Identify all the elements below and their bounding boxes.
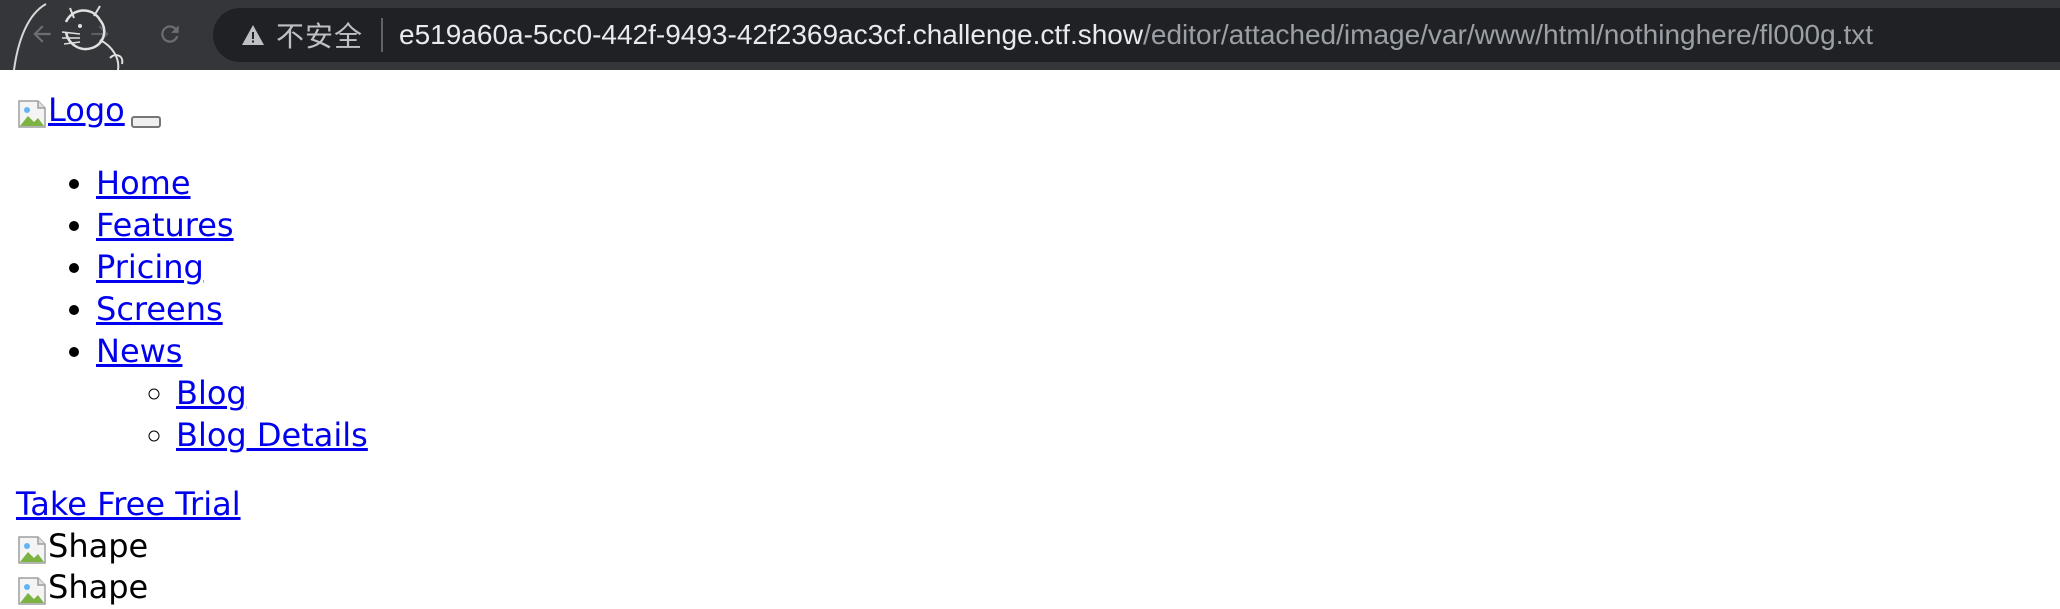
subnav-item-blog: Blog [176, 372, 368, 414]
header-logo-row: Logo [16, 90, 161, 130]
subnav-link-blog[interactable]: Blog [176, 374, 247, 412]
warning-triangle-icon[interactable] [240, 22, 266, 48]
shape-alt-text: Shape [48, 568, 149, 606]
back-arrow-icon[interactable] [22, 14, 62, 54]
broken-image-icon [18, 100, 46, 128]
shape-image-1: Shape [16, 526, 148, 566]
nav-link-features[interactable]: Features [96, 206, 234, 244]
take-free-trial-link[interactable]: Take Free Trial [16, 485, 241, 523]
reload-icon[interactable] [150, 14, 190, 54]
address-divider [381, 18, 384, 52]
nav-link-home[interactable]: Home [96, 164, 191, 202]
forward-arrow-icon[interactable] [80, 14, 120, 54]
logo-alt-text: Logo [48, 91, 125, 129]
shape-image-2: Shape [16, 567, 148, 607]
broken-image-icon [18, 536, 46, 564]
browser-toolbar: 不安全 e519a60a-5cc0-442f-9493-42f2369ac3cf… [0, 0, 2060, 70]
navigation-buttons [0, 0, 210, 70]
nav-link-screens[interactable]: Screens [96, 290, 223, 328]
shape-alt-text: Shape [48, 527, 149, 565]
navbar-toggle-button[interactable] [130, 116, 161, 128]
nav-item-home: Home [96, 162, 368, 204]
broken-image-icon [18, 577, 46, 605]
nav-item-features: Features [96, 204, 368, 246]
subnav-item-blog-details: Blog Details [176, 414, 368, 456]
news-submenu: Blog Blog Details [96, 372, 368, 456]
logo-link[interactable]: Logo [16, 90, 125, 130]
subnav-link-blog-details[interactable]: Blog Details [176, 416, 368, 454]
address-bar[interactable]: 不安全 e519a60a-5cc0-442f-9493-42f2369ac3cf… [213, 8, 2060, 62]
nav-item-news: News Blog Blog Details [96, 330, 368, 456]
nav-item-pricing: Pricing [96, 246, 368, 288]
nav-link-pricing[interactable]: Pricing [96, 248, 204, 286]
url-path: /editor/attached/image/var/www/html/noth… [1143, 19, 1874, 50]
cta-row: Take Free Trial [16, 484, 241, 524]
url-host: e519a60a-5cc0-442f-9493-42f2369ac3cf.cha… [399, 19, 1144, 50]
main-nav-menu: Home Features Pricing Screens News Blog … [0, 162, 368, 456]
page-content: Logo Home Features Pricing Screens News … [0, 70, 2060, 609]
url-text[interactable]: e519a60a-5cc0-442f-9493-42f2369ac3cf.cha… [399, 19, 1873, 51]
security-label[interactable]: 不安全 [276, 15, 363, 55]
nav-item-screens: Screens [96, 288, 368, 330]
nav-link-news[interactable]: News [96, 332, 182, 370]
